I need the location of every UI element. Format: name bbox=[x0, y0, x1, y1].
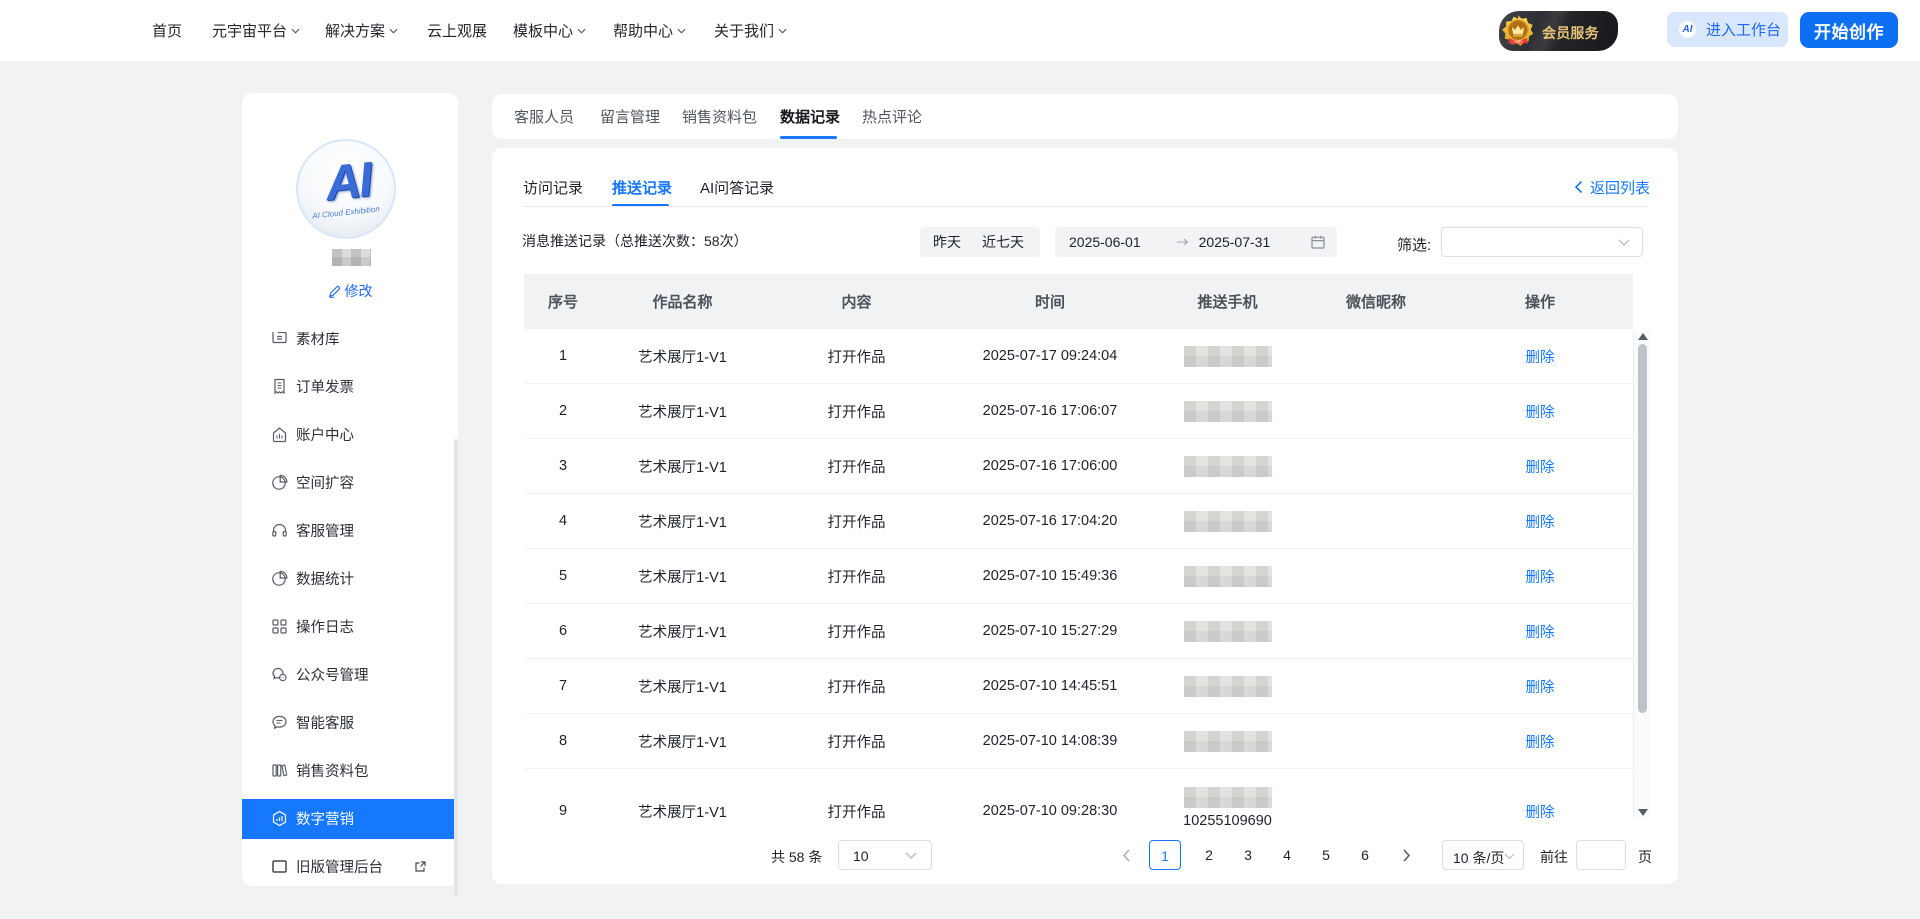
svg-text:VIP: VIP bbox=[1515, 40, 1521, 44]
